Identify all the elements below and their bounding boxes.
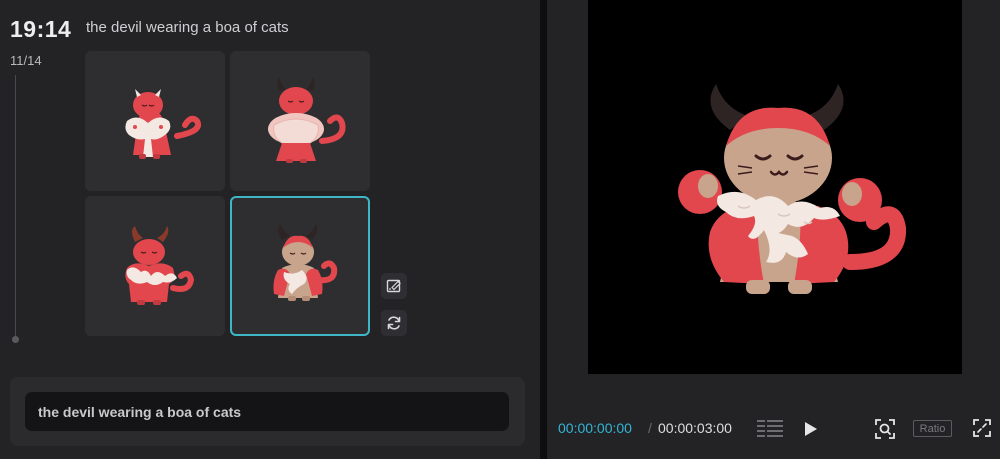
variation-thumbnail-1[interactable] [85,51,225,191]
play-icon [805,422,817,436]
app-window: 19:14 11/14 the devil wearing a boa of c… [0,0,1000,459]
variation-thumbnail-4[interactable] [230,196,370,336]
zoom-fit-button[interactable] [874,418,896,440]
variation-thumbnail-3[interactable] [85,196,225,336]
devil-image-1 [125,89,201,159]
player-controls: 00:00:00:00 / 00:00:03:00 Ratio [547,410,1000,448]
history-time: 19:14 [10,16,72,42]
preview-canvas[interactable] [588,0,962,374]
history-counter: 11/14 [10,53,42,68]
panel-divider[interactable] [540,0,547,459]
devil-image-4 [273,224,338,301]
preview-panel: 00:00:00:00 / 00:00:03:00 Ratio [547,0,1000,459]
devil-cat-preview-image [678,84,907,294]
play-button[interactable] [803,420,819,438]
timecode-separator: / [648,420,652,436]
total-timecode: 00:00:03:00 [658,420,732,436]
devil-image-3 [125,226,195,305]
variation-thumbnail-2[interactable] [230,51,370,191]
variation-grid [85,51,371,337]
edit-button[interactable] [381,273,407,299]
grid-lines-icon [757,420,783,437]
history-prompt-title: the devil wearing a boa of cats [86,19,289,36]
timeline-toggle-button[interactable] [756,418,784,440]
devil-image-2 [268,77,346,163]
regenerate-button[interactable] [381,310,407,336]
timeline-dot[interactable] [12,336,19,343]
prompt-input[interactable]: the devil wearing a boa of cats [25,392,509,431]
ratio-button[interactable]: Ratio [913,420,952,437]
timeline-line [15,75,16,337]
fullscreen-icon [973,419,991,437]
edit-icon [386,279,401,293]
history-panel: 19:14 11/14 the devil wearing a boa of c… [0,0,540,459]
prompt-input-area: the devil wearing a boa of cats [10,377,525,446]
current-timecode[interactable]: 00:00:00:00 [558,420,632,436]
zoom-focus-icon [875,419,895,439]
fullscreen-button[interactable] [972,418,992,438]
refresh-icon [387,316,401,330]
